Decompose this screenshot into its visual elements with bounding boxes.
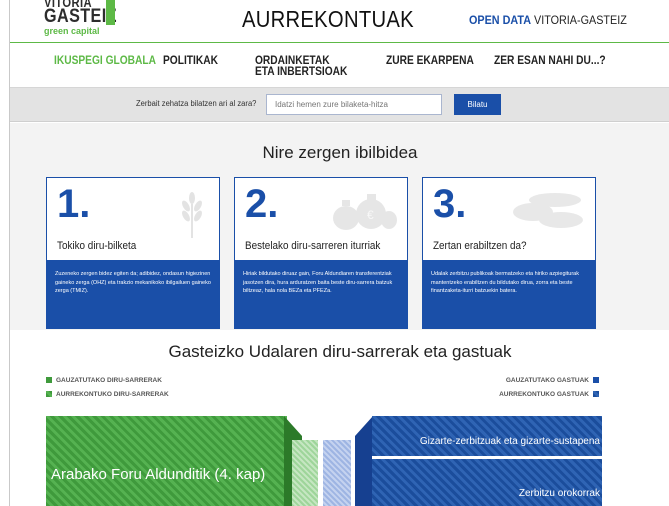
wheat-icon: [182, 192, 202, 238]
header: VITORIA GASTEIZ green capital AURREKONTU…: [10, 0, 669, 42]
legend-swatch: [46, 391, 52, 398]
legend-budgeted-income: AURREKONTUKO DIRU-SARRERAK: [46, 391, 169, 398]
legend-label: AURREKONTUKO DIRU-SARRERAK: [56, 391, 169, 398]
card-title: Zertan erabiltzen da?: [433, 240, 527, 252]
nav-item-politikak[interactable]: POLITIKAK: [163, 54, 218, 66]
open-data-bold: OPEN DATA: [469, 13, 532, 27]
budget-title: Gasteizko Udalaren diru-sarrerak eta gas…: [168, 342, 512, 361]
open-data-link[interactable]: OPEN DATA VITORIA-GASTEIZ: [469, 13, 627, 27]
site-title: AURREKONTUAK: [242, 6, 414, 32]
nav-item-ordainketak[interactable]: ORDAINKETAK ETA INBERTSIOAK: [255, 54, 349, 77]
nav-item-ikuspegi-globala[interactable]: IKUSPEGI GLOBALA: [54, 54, 156, 66]
legend-label: GAUZATUTAKO GASTUAK: [505, 377, 589, 384]
legend-label: GAUZATUTAKO DIRU-SARRERAK: [56, 377, 162, 384]
card-description: Hiriak bildutako diruaz gain, Foru Aldun…: [235, 260, 407, 328]
income-bar[interactable]: [46, 416, 287, 506]
search-bar: Zerbait zehatza bilatzen ari al zara? Bi…: [10, 88, 669, 122]
income-bar-label: Arabako Foru Aldunditik (4. kap): [51, 466, 266, 483]
page: VITORIA GASTEIZ green capital AURREKONTU…: [9, 0, 669, 506]
legend-swatch: [593, 377, 599, 384]
nav-item-zer-esan-nahi-du[interactable]: ZER ESAN NAHI DU...?: [494, 54, 606, 66]
card-number: 3.: [433, 182, 467, 226]
legend-executed-expenses: GAUZATUTAKO GASTUAK: [506, 377, 603, 384]
legend-swatch: [46, 377, 52, 384]
expense-bar-label-social: Gizarte-zerbitzuak eta gizarte-sustapena: [419, 436, 600, 447]
itinerary-section: Nire zergen ibilbidea 1. Tokiko diru-bil…: [10, 123, 669, 330]
itinerary-card-2[interactable]: 2. € Bestelako diru-sarreren iturriak Hi…: [234, 177, 408, 329]
card-description: Udalak zerbitzu publikoak bermatzeko eta…: [423, 260, 595, 328]
bread-icon: [513, 193, 583, 228]
vitoria-gasteiz-logo[interactable]: VITORIA GASTEIZ green capital: [44, 0, 154, 40]
card-number: 1.: [57, 182, 91, 226]
card-description: Zuzeneko zergen bidez egiten da; adibide…: [47, 260, 219, 328]
search-label: Zerbait zehatza bilatzen ari al zara?: [136, 99, 257, 108]
search-button[interactable]: Bilatu: [454, 94, 501, 115]
expense-divider: [372, 456, 602, 459]
income-connector-bar: [292, 440, 318, 506]
itinerary-title: Nire zergen ibilbidea: [262, 143, 418, 162]
money-bags-icon: €: [333, 194, 397, 230]
card-number: 2.: [245, 182, 279, 226]
card-title: Bestelako diru-sarreren iturriak: [245, 240, 381, 252]
expense-connector-bar: [323, 440, 351, 506]
logo-sub-text: green capital: [44, 26, 100, 36]
budget-flow-chart: Arabako Foru Aldunditik (4. kap) Gizarte…: [46, 412, 608, 506]
card-title: Tokiko diru-bilketa: [57, 240, 137, 252]
legend-budgeted-expenses: AURREKONTUKO GASTUAK: [499, 391, 603, 398]
svg-text:€: €: [367, 208, 374, 222]
legend-swatch: [593, 391, 599, 398]
logo-green-mark: [106, 0, 115, 25]
search-input[interactable]: [266, 94, 442, 115]
itinerary-card-3[interactable]: 3. Zertan erabiltzen da? Udalak zerbitzu…: [422, 177, 596, 329]
legend-executed-income: GAUZATUTAKO DIRU-SARRERAK: [46, 377, 162, 384]
itinerary-card-1[interactable]: 1. Tokiko diru-bilketa Zuzeneko zergen b…: [46, 177, 220, 329]
nav-item-zure-ekarpena[interactable]: ZURE EKARPENA: [386, 54, 474, 66]
legend-label: AURREKONTUKO GASTUAK: [499, 391, 589, 398]
open-data-rest: VITORIA-GASTEIZ: [531, 13, 627, 27]
expense-bar-label-general: Zerbitzu orokorrak: [518, 488, 600, 499]
main-nav: IKUSPEGI GLOBALA POLITIKAK ORDAINKETAK E…: [10, 42, 669, 88]
